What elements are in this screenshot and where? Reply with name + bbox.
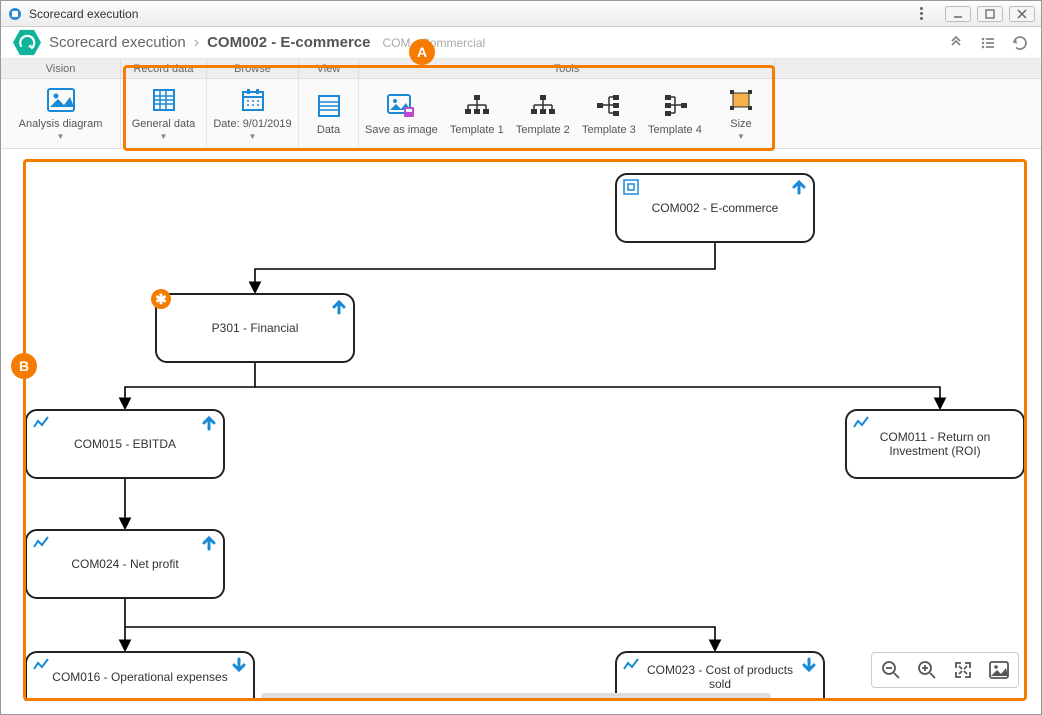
- template-2-button[interactable]: Template 2: [510, 79, 576, 148]
- node-financial[interactable]: ✱ P301 - Financial: [155, 293, 355, 363]
- callout-a: A: [409, 39, 435, 65]
- template-2-label: Template 2: [516, 124, 570, 136]
- template-4-label: Template 4: [648, 124, 702, 136]
- node-opex[interactable]: COM016 - Operational expenses: [25, 651, 255, 701]
- image-icon: [46, 86, 76, 114]
- analysis-diagram-label: Analysis diagram: [19, 118, 103, 130]
- star-badge-icon: ✱: [151, 289, 171, 309]
- arrow-down-icon: [231, 657, 247, 676]
- date-button[interactable]: Date: 9/01/2019 ▼: [207, 79, 298, 148]
- window-controls: [945, 6, 1035, 22]
- tab-vision[interactable]: Vision: [1, 59, 121, 78]
- tree-horizontal-icon: [660, 92, 690, 120]
- refresh-icon[interactable]: [1011, 34, 1029, 52]
- save-image-icon: [386, 92, 416, 120]
- node-netprofit[interactable]: COM024 - Net profit: [25, 529, 225, 599]
- chart-icon: [33, 657, 49, 676]
- chart-icon: [33, 535, 49, 554]
- image-view-button[interactable]: [986, 657, 1012, 683]
- data-button[interactable]: Data: [299, 79, 358, 148]
- arrow-up-icon: [791, 179, 807, 198]
- module-icon: [13, 29, 41, 57]
- ribbon-tabs: Vision Record data Browse View Tools: [1, 59, 1041, 79]
- breadcrumb-separator: ›: [194, 34, 199, 52]
- template-1-button[interactable]: Template 1: [444, 79, 510, 148]
- form-icon: [149, 86, 179, 114]
- kebab-menu-icon[interactable]: [913, 6, 929, 22]
- node-cogs-label: COM023 - Cost of products sold: [635, 663, 805, 691]
- ribbon: Analysis diagram ▼ General data ▼ Date: …: [1, 79, 1041, 149]
- app-icon: [7, 6, 23, 22]
- chevron-down-icon: ▼: [57, 132, 65, 141]
- node-root-label: COM002 - E-commerce: [652, 201, 779, 215]
- node-ebitda-label: COM015 - EBITDA: [74, 437, 176, 451]
- size-label: Size: [730, 118, 751, 130]
- zoom-out-button[interactable]: [878, 657, 904, 683]
- node-roi-label: COM011 - Return on Investment (ROI): [865, 430, 1005, 458]
- callout-b: B: [11, 353, 37, 379]
- diagram-canvas[interactable]: COM002 - E-commerce ✱ P301 - Financial C…: [15, 151, 1027, 707]
- tab-record-data[interactable]: Record data: [121, 59, 207, 78]
- node-roi[interactable]: COM011 - Return on Investment (ROI): [845, 409, 1025, 479]
- title-bar: Scorecard execution: [1, 1, 1041, 27]
- general-data-label: General data: [132, 118, 196, 130]
- chevron-down-icon: ▼: [737, 132, 745, 141]
- node-ebitda[interactable]: COM015 - EBITDA: [25, 409, 225, 479]
- template-1-label: Template 1: [450, 124, 504, 136]
- collapse-icon[interactable]: [947, 34, 965, 52]
- chevron-down-icon: ▼: [160, 132, 168, 141]
- chart-icon: [623, 657, 639, 676]
- fit-screen-button[interactable]: [950, 657, 976, 683]
- arrow-up-icon: [201, 415, 217, 434]
- size-button[interactable]: Size ▼: [708, 79, 774, 148]
- window-title: Scorecard execution: [29, 7, 138, 21]
- close-button[interactable]: [1009, 6, 1035, 22]
- save-as-image-button[interactable]: Save as image: [359, 79, 444, 148]
- horizontal-scrollbar[interactable]: [261, 693, 771, 701]
- list-icon[interactable]: [979, 34, 997, 52]
- resize-icon: [726, 86, 756, 114]
- maximize-button[interactable]: [977, 6, 1003, 22]
- arrow-down-icon: [801, 657, 817, 676]
- chevron-down-icon: ▼: [249, 132, 257, 141]
- minimize-button[interactable]: [945, 6, 971, 22]
- template-3-button[interactable]: Template 3: [576, 79, 642, 148]
- tree-icon: [462, 92, 492, 120]
- analysis-diagram-button[interactable]: Analysis diagram ▼: [1, 79, 120, 148]
- tab-browse[interactable]: Browse: [207, 59, 299, 78]
- breadcrumb-root[interactable]: Scorecard execution: [49, 34, 186, 51]
- tree-icon: [528, 92, 558, 120]
- tree-horizontal-icon: [594, 92, 624, 120]
- node-netprofit-label: COM024 - Net profit: [71, 557, 178, 571]
- general-data-button[interactable]: General data ▼: [121, 79, 206, 148]
- chart-icon: [853, 415, 869, 434]
- save-as-image-label: Save as image: [365, 124, 438, 136]
- tab-view[interactable]: View: [299, 59, 359, 78]
- template-3-label: Template 3: [582, 124, 636, 136]
- form-icon: [314, 92, 344, 120]
- target-icon: [623, 179, 639, 198]
- node-opex-label: COM016 - Operational expenses: [52, 670, 227, 684]
- zoom-in-button[interactable]: [914, 657, 940, 683]
- breadcrumb-current: COM002 - E-commerce: [207, 34, 370, 51]
- chart-icon: [33, 415, 49, 434]
- template-4-button[interactable]: Template 4: [642, 79, 708, 148]
- calendar-icon: [238, 86, 268, 114]
- breadcrumb: Scorecard execution › COM002 - E-commerc…: [1, 27, 1041, 59]
- zoom-toolbar: [871, 652, 1019, 688]
- arrow-up-icon: [331, 299, 347, 318]
- node-root[interactable]: COM002 - E-commerce: [615, 173, 815, 243]
- node-financial-label: P301 - Financial: [212, 321, 299, 335]
- date-label: Date: 9/01/2019: [213, 118, 291, 130]
- data-label: Data: [317, 124, 340, 136]
- arrow-up-icon: [201, 535, 217, 554]
